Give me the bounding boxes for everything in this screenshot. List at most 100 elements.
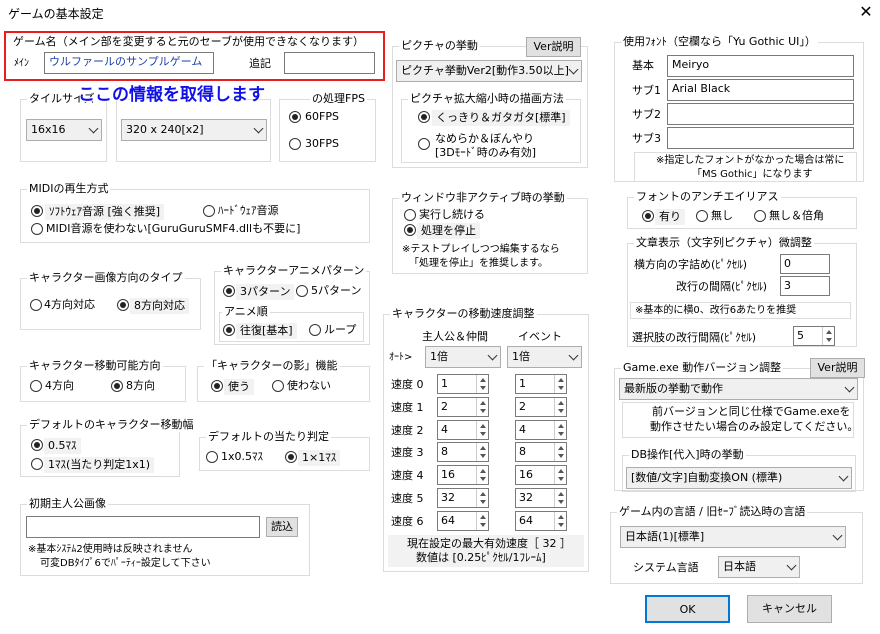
scale-sharp-radio[interactable]: [418, 111, 430, 123]
cancel-button[interactable]: キャンセル: [747, 595, 832, 623]
aa-on-radio[interactable]: [642, 210, 654, 222]
scale-smooth-radio[interactable]: [418, 138, 430, 150]
speed-row-label: 速度 4: [391, 469, 424, 482]
spinner-arrows-icon[interactable]: [554, 398, 566, 416]
chevron-down-icon: [832, 530, 843, 541]
move-width-1-radio[interactable]: [31, 458, 43, 470]
font-sub3-input[interactable]: [667, 127, 854, 149]
speed-event-value: 8: [519, 445, 526, 458]
speed-event-spinner[interactable]: 64: [515, 511, 567, 531]
h-spacing-spinner[interactable]: 0: [780, 254, 830, 274]
resolution-select[interactable]: 320 x 240[x2]: [121, 119, 267, 141]
move-width-05-radio[interactable]: [31, 439, 43, 451]
ok-button[interactable]: OK: [645, 595, 730, 623]
speed-row-label: 速度 0: [391, 378, 424, 391]
anim-3-label: 3パターン: [236, 284, 295, 300]
speed-event-value: 2: [519, 400, 526, 413]
speed-auto-event-select[interactable]: 1倍: [507, 346, 582, 368]
aa-double-radio[interactable]: [754, 210, 766, 222]
game-exe-ver-button[interactable]: Ver説明: [810, 358, 865, 378]
speed-event-spinner[interactable]: 16: [515, 465, 567, 485]
speed-hero-spinner[interactable]: 1: [437, 374, 489, 394]
fps-60-label: 60FPS: [305, 110, 339, 123]
tile-size-value: 16x16: [31, 123, 66, 136]
speed-hero-value: 2: [441, 400, 448, 413]
close-icon[interactable]: ✕: [856, 2, 876, 22]
speed-row-label: 速度 2: [391, 424, 424, 437]
picture-select[interactable]: ピクチャ挙動Ver2[動作3.50以上]: [396, 60, 582, 82]
language-label: ゲーム内の言語 / 旧ｾｰﾌﾞ読込時の言語: [617, 505, 808, 519]
spinner-arrows-icon[interactable]: [554, 375, 566, 393]
hero-input[interactable]: [26, 516, 260, 538]
speed-hero-spinner[interactable]: 64: [437, 511, 489, 531]
tile-size-select[interactable]: 16x16: [26, 119, 102, 141]
font-sub1-input[interactable]: Arial Black: [667, 79, 854, 101]
char-dir-8-label: 8方向対応: [130, 298, 189, 314]
fps-60-radio[interactable]: [289, 111, 301, 123]
chevron-down-icon: [88, 123, 99, 134]
spinner-arrows-icon[interactable]: [476, 466, 488, 484]
spinner-arrows-icon[interactable]: [476, 398, 488, 416]
db-select[interactable]: [数値/文字]自動変換ON (標準): [626, 467, 852, 489]
speed-hero-spinner[interactable]: 8: [437, 442, 489, 462]
spinner-arrows-icon[interactable]: [554, 466, 566, 484]
hit-1-radio[interactable]: [285, 451, 297, 463]
spinner-arrows-icon[interactable]: [554, 489, 566, 507]
midi-hard-radio[interactable]: [203, 205, 215, 217]
speed-event-spinner[interactable]: 2: [515, 397, 567, 417]
anim-5-radio[interactable]: [296, 285, 308, 297]
speed-event-spinner[interactable]: 1: [515, 374, 567, 394]
picture-ver-button[interactable]: Ver説明: [526, 37, 581, 57]
speed-hero-spinner[interactable]: 16: [437, 465, 489, 485]
spinner-arrows-icon[interactable]: [554, 512, 566, 530]
aa-off-radio[interactable]: [696, 210, 708, 222]
spinner-arrows-icon[interactable]: [554, 421, 566, 439]
hero-note-1: ※基本ｼｽﾃﾑ2使用時は反映されません: [24, 542, 197, 557]
spinner-arrows-icon[interactable]: [476, 375, 488, 393]
speed-hero-spinner[interactable]: 32: [437, 488, 489, 508]
anim-3-radio[interactable]: [223, 285, 235, 297]
char-dir-4-radio[interactable]: [30, 299, 42, 311]
speed-event-value: 32: [519, 491, 533, 504]
hero-read-button[interactable]: 読込: [266, 517, 298, 537]
font-base-input[interactable]: Meiryo: [667, 55, 854, 77]
game-exe-select[interactable]: 最新版の挙動で動作: [619, 378, 858, 400]
language-select[interactable]: 日本語(1)[標準]: [620, 526, 846, 548]
spinner-arrows-icon[interactable]: [476, 512, 488, 530]
midi-soft-radio[interactable]: [31, 205, 43, 217]
anim-order-2-radio[interactable]: [309, 324, 321, 336]
anim-order-1-radio[interactable]: [223, 324, 235, 336]
spinner-arrows-icon[interactable]: [822, 327, 834, 345]
chevron-down-icon: [487, 350, 498, 361]
shadow-label: 「キャラクターの影」機能: [204, 359, 340, 373]
char-dir-8-radio[interactable]: [117, 299, 129, 311]
font-sub2-input[interactable]: [667, 103, 854, 125]
line-spacing-spinner[interactable]: 3: [780, 276, 830, 296]
shadow-on-radio[interactable]: [211, 380, 223, 392]
midi-none-radio[interactable]: [31, 223, 43, 235]
inactive-run-radio[interactable]: [404, 209, 416, 221]
system-language-select[interactable]: 日本語: [718, 556, 800, 578]
hit-05-radio[interactable]: [206, 451, 218, 463]
move-dir-4-radio[interactable]: [30, 380, 42, 392]
spinner-arrows-icon[interactable]: [476, 489, 488, 507]
shadow-off-radio[interactable]: [272, 380, 284, 392]
spinner-arrows-icon[interactable]: [554, 443, 566, 461]
spinner-arrows-icon[interactable]: [476, 421, 488, 439]
speed-event-spinner[interactable]: 4: [515, 420, 567, 440]
anim-5-label: 5パターン: [311, 284, 362, 297]
inactive-stop-radio[interactable]: [404, 224, 416, 236]
choice-spacing-spinner[interactable]: 5: [793, 326, 835, 346]
speed-auto-hero-select[interactable]: 1倍: [425, 346, 501, 368]
hit-1-label: 1×1ﾏｽ: [298, 450, 341, 466]
chevron-down-icon: [253, 123, 264, 134]
move-dir-8-radio[interactable]: [111, 380, 123, 392]
spinner-arrows-icon[interactable]: [476, 443, 488, 461]
overlay-annotation: ここの情報を取得します: [78, 85, 265, 105]
fps-30-radio[interactable]: [289, 138, 301, 150]
move-dir-4-label: 4方向: [45, 379, 74, 392]
speed-event-spinner[interactable]: 8: [515, 442, 567, 462]
speed-hero-spinner[interactable]: 2: [437, 397, 489, 417]
speed-hero-spinner[interactable]: 4: [437, 420, 489, 440]
speed-event-spinner[interactable]: 32: [515, 488, 567, 508]
